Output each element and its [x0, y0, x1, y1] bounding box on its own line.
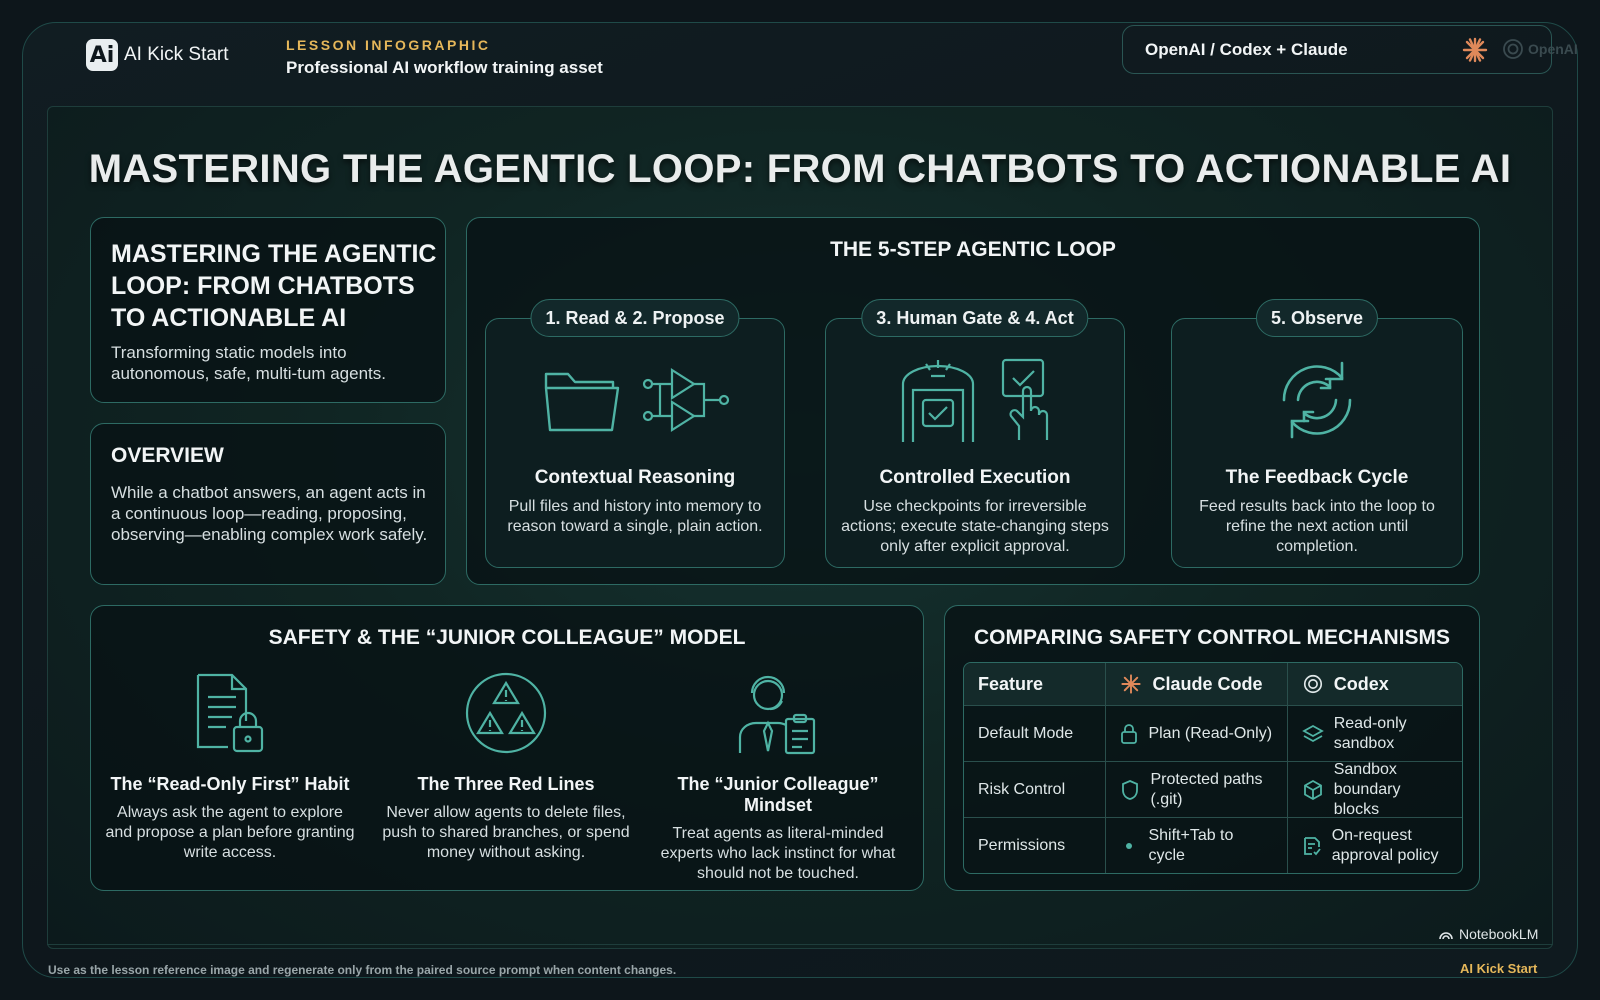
colleague-clipboard-icon — [738, 675, 816, 755]
step-text: Feed results back into the loop to refin… — [1199, 498, 1435, 555]
row-codex-value: On-request approval policy — [1331, 826, 1439, 864]
notebooklm-label: NotebookLM — [1459, 926, 1539, 942]
row-feature: Risk Control — [978, 780, 1066, 798]
row-claude-value: Plan (Read-Only) — [1148, 724, 1273, 742]
layers-icon — [1301, 724, 1324, 742]
row-codex: Read-only sandbox — [1286, 706, 1462, 761]
row-claude-value: Protected paths (.git) — [1150, 770, 1263, 808]
main-title: MASTERING THE AGENTIC LOOP: FROM CHATBOT… — [88, 147, 1512, 191]
header-codex-label: Codex — [1333, 674, 1389, 694]
openai-knot-icon — [1503, 39, 1523, 59]
intro-card: MASTERING THE AGENTIC LOOP: FROM CHATBOT… — [90, 217, 446, 403]
header-claude-label: Claude Code — [1152, 674, 1263, 694]
comparison-title: COMPARING SAFETY CONTROL MECHANISMS — [973, 626, 1451, 649]
habit-title: The Three Red Lines — [417, 774, 595, 794]
step-title: Controlled Execution — [879, 467, 1071, 488]
habit-text: Always ask the agent to explore and prop… — [105, 804, 355, 861]
table-row: Permissions Shift+Tab to cycle On-reques… — [964, 817, 1462, 873]
footer-brand: AI Kick Start — [1460, 961, 1538, 976]
shield-icon — [1122, 779, 1139, 800]
habit-title: The “Read-Only First” Habit — [110, 774, 350, 794]
step-read-propose: 1. Read & 2. Propose Contextual Reasonin… — [485, 299, 785, 568]
logic-gates-icon — [642, 367, 730, 433]
footer-note: Use as the lesson reference image and re… — [48, 963, 677, 977]
folder-icon — [544, 372, 620, 432]
row-codex-value: Read-only sandbox — [1333, 714, 1407, 752]
tap-approve-icon — [1001, 358, 1049, 440]
table-row: Default Mode Plan (Read-Only) Read-only … — [964, 705, 1462, 761]
step-gate-act: 3. Human Gate & 4. Act Controlled Execut… — [825, 299, 1125, 568]
step-text: Use checkpoints for irreversible actions… — [841, 498, 1109, 555]
row-codex-value: Sandbox boundary blocks — [1333, 760, 1401, 818]
habit-title: The “Junior Colleague” Mindset — [677, 774, 879, 815]
infographic-panel: MASTERING THE AGENTIC LOOP: FROM CHATBOT… — [47, 106, 1553, 949]
lock-icon — [1121, 723, 1138, 744]
habit-junior-colleague: The “Junior Colleague” Mindset Treat age… — [643, 668, 913, 884]
brand-mark-icon: Ai — [86, 39, 118, 71]
step-text: Pull files and history into memory to re… — [507, 498, 763, 535]
habit-text: Never allow agents to delete files, push… — [382, 804, 630, 861]
row-claude: Protected paths (.git) — [1105, 762, 1286, 817]
step-pill: 5. Observe — [1255, 299, 1379, 337]
notebooklm-icon — [1439, 932, 1453, 940]
refresh-cycle-icon — [1282, 361, 1352, 439]
safety-title: SAFETY & THE “JUNIOR COLLEAGUE” MODEL — [268, 626, 746, 649]
openai-knot-icon — [1303, 674, 1322, 694]
brand-logo[interactable]: Ai AI Kick Start — [86, 39, 229, 71]
row-claude: Plan (Read-Only) — [1105, 706, 1286, 761]
intro-title: MASTERING THE AGENTIC LOOP: FROM CHATBOT… — [111, 240, 437, 332]
safety-card: SAFETY & THE “JUNIOR COLLEAGUE” MODEL Th… — [90, 605, 924, 891]
checkpoint-gate-icon — [901, 360, 975, 442]
habit-three-red-lines: The Three Red Lines Never allow agents t… — [371, 668, 641, 863]
step-title: The Feedback Cycle — [1225, 467, 1409, 488]
notebooklm-watermark: NotebookLM — [1438, 926, 1538, 942]
step-observe: 5. Observe The Feedback Cycle Feed resul… — [1171, 299, 1463, 568]
row-feature: Default Mode — [978, 724, 1074, 742]
habit-read-only-first: The “Read-Only First” Habit Always ask t… — [95, 668, 365, 863]
intro-subtitle: Transforming static models into autonomo… — [111, 343, 386, 383]
row-claude: Shift+Tab to cycle — [1105, 818, 1286, 873]
claude-spark-icon — [1121, 674, 1142, 694]
claude-spark-icon — [1462, 37, 1488, 63]
table-row: Risk Control Protected paths (.git) Sand… — [964, 760, 1462, 818]
row-feature: Permissions — [978, 836, 1066, 854]
overview-text: While a chatbot answers, an agent acts i… — [111, 483, 428, 544]
overview-card: OVERVIEW While a chatbot answers, an age… — [90, 423, 446, 585]
row-codex: On-request approval policy — [1286, 818, 1462, 873]
openai-logo: OpenAI — [1501, 37, 1578, 61]
habit-text: Treat agents as literal-minded experts w… — [660, 825, 896, 882]
overview-title: OVERVIEW — [111, 444, 224, 467]
lesson-subtitle: Professional AI workflow training asset — [286, 58, 603, 77]
agentic-loop-card: THE 5-STEP AGENTIC LOOP 1. Read & 2. Pro… — [466, 217, 1480, 585]
table-header-row: Feature Claude Code Codex — [964, 663, 1462, 705]
step-pill: 1. Read & 2. Propose — [530, 299, 740, 337]
lesson-label: LESSON INFOGRAPHIC — [286, 37, 491, 53]
approval-policy-icon — [1303, 836, 1321, 855]
platform-label: OpenAI / Codex + Claude — [1145, 39, 1348, 59]
header-feature: Feature — [978, 674, 1044, 694]
openai-wordmark: OpenAI — [1528, 41, 1578, 57]
footer-divider — [47, 944, 1553, 945]
header-claude-code: Claude Code — [1105, 663, 1286, 705]
row-claude-value: Shift+Tab to cycle — [1148, 826, 1234, 864]
loop-title: THE 5-STEP AGENTIC LOOP — [830, 238, 1116, 261]
comparison-table: Feature Claude Code Codex Default Mode P… — [963, 662, 1463, 874]
step-pill: 3. Human Gate & 4. Act — [861, 299, 1089, 337]
comparison-card: COMPARING SAFETY CONTROL MECHANISMS Feat… — [944, 605, 1480, 891]
warning-triangles-icon — [465, 672, 547, 754]
step-title: Contextual Reasoning — [534, 467, 736, 488]
cube-icon — [1303, 779, 1322, 800]
brand-name: AI Kick Start — [124, 44, 229, 65]
locked-document-icon — [196, 673, 264, 753]
row-codex: Sandbox boundary blocks — [1286, 760, 1462, 818]
dot-icon — [1126, 842, 1133, 849]
platform-badge: OpenAI / Codex + Claude OpenAI — [1122, 25, 1578, 74]
header-codex: Codex — [1286, 663, 1462, 705]
